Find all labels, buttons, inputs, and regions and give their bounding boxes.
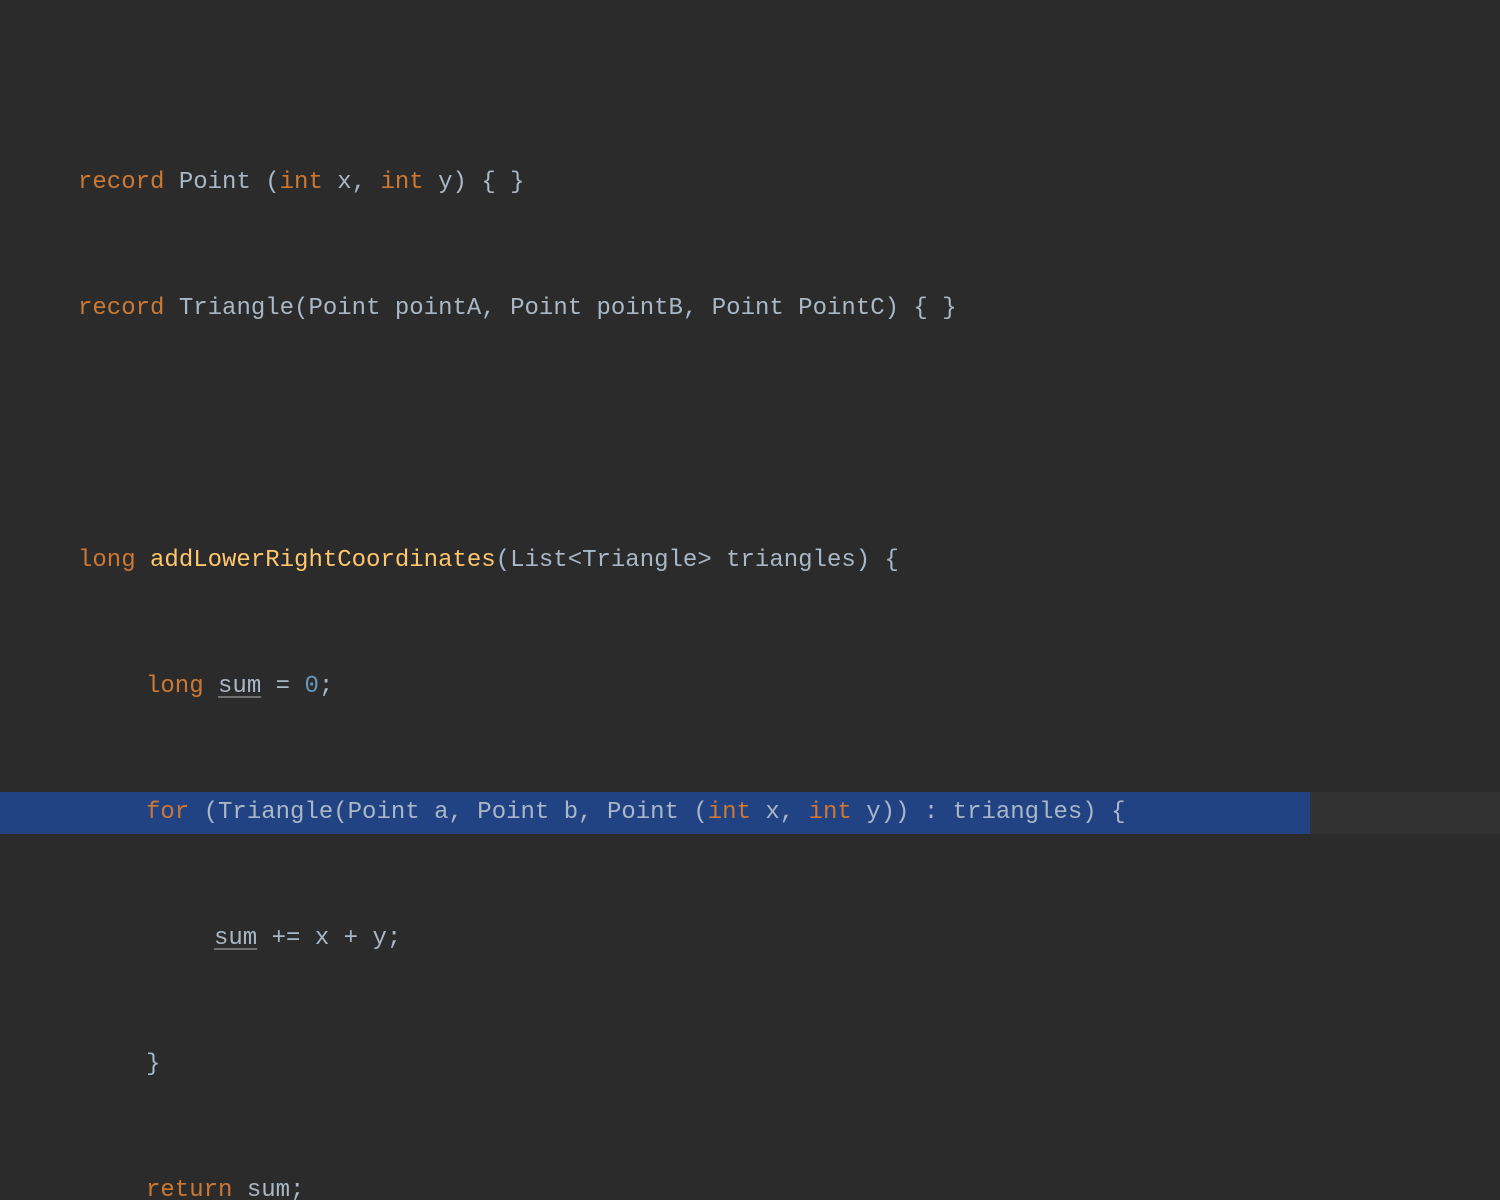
space xyxy=(232,1177,246,1200)
punct: : xyxy=(909,799,952,826)
code-line[interactable]: return sum; xyxy=(0,1170,1500,1200)
code-line[interactable]: long sum = 0; xyxy=(0,666,1500,708)
param: y xyxy=(852,799,881,826)
punct: ( xyxy=(251,169,280,196)
type: Point xyxy=(607,799,679,826)
punct: ) { } xyxy=(885,295,957,322)
punct: ) xyxy=(881,799,895,826)
punct: ; xyxy=(387,925,401,952)
code-line[interactable]: record Triangle(Point pointA, Point poin… xyxy=(0,288,1500,330)
code-line[interactable]: long addLowerRightCoordinates(List<Trian… xyxy=(0,540,1500,582)
code-line-highlighted[interactable]: for (Triangle(Point a, Point b, Point (i… xyxy=(0,792,1500,834)
type: List xyxy=(510,547,568,574)
param: y xyxy=(424,169,453,196)
keyword: return xyxy=(146,1177,232,1200)
brace: } xyxy=(146,1051,160,1078)
type: Point xyxy=(179,169,251,196)
code-line[interactable]: sum += x + y; xyxy=(0,918,1500,960)
type: Triangle xyxy=(218,799,333,826)
variable: sum xyxy=(247,1177,290,1200)
keyword: record xyxy=(78,295,164,322)
punct: , xyxy=(683,295,712,322)
keyword: int xyxy=(280,169,323,196)
param: a xyxy=(420,799,449,826)
keyword: int xyxy=(708,799,751,826)
punct: ( xyxy=(496,547,510,574)
punct: < xyxy=(568,547,582,574)
punct: ) xyxy=(895,799,909,826)
punct: ) { xyxy=(1082,799,1125,826)
type: Triangle xyxy=(179,295,294,322)
punct: ; xyxy=(319,673,333,700)
param: x xyxy=(323,169,352,196)
variable: x xyxy=(315,925,329,952)
keyword: record xyxy=(78,169,164,196)
param: PointC xyxy=(784,295,885,322)
punct: , xyxy=(352,169,381,196)
param: b xyxy=(549,799,578,826)
punct: ( xyxy=(189,799,218,826)
punct: , xyxy=(481,295,510,322)
punct: , xyxy=(448,799,477,826)
param: pointB xyxy=(582,295,683,322)
punct: ; xyxy=(290,1177,304,1200)
method-name: addLowerRightCoordinates xyxy=(150,547,496,574)
variable: sum xyxy=(218,673,261,700)
code-editor[interactable]: record Point (int x, int y) { } record T… xyxy=(0,78,1500,1200)
punct: ) { xyxy=(856,547,899,574)
operator: + xyxy=(329,925,372,952)
type: Point xyxy=(510,295,582,322)
code-line[interactable]: } xyxy=(0,1044,1500,1086)
punct: , xyxy=(578,799,607,826)
punct: ( xyxy=(333,799,347,826)
operator: = xyxy=(261,673,304,700)
operator: += xyxy=(257,925,315,952)
param: x xyxy=(751,799,780,826)
variable: sum xyxy=(214,925,257,952)
code-line-empty[interactable] xyxy=(0,414,1500,456)
code-line[interactable]: record Point (int x, int y) { } xyxy=(0,162,1500,204)
type: Point xyxy=(348,799,420,826)
keyword: int xyxy=(381,169,424,196)
param: triangles xyxy=(712,547,856,574)
keyword: for xyxy=(146,799,189,826)
type: Point xyxy=(477,799,549,826)
punct: ( xyxy=(679,799,708,826)
punct: , xyxy=(780,799,809,826)
type: Point xyxy=(308,295,380,322)
variable: triangles xyxy=(953,799,1083,826)
variable: y xyxy=(372,925,386,952)
punct: > xyxy=(697,547,711,574)
keyword: int xyxy=(809,799,852,826)
punct: ( xyxy=(294,295,308,322)
type: Point xyxy=(712,295,784,322)
param: pointA xyxy=(380,295,481,322)
type: Triangle xyxy=(582,547,697,574)
punct: ) { } xyxy=(453,169,525,196)
keyword: long xyxy=(78,547,136,574)
number: 0 xyxy=(304,673,318,700)
keyword: long xyxy=(146,673,204,700)
